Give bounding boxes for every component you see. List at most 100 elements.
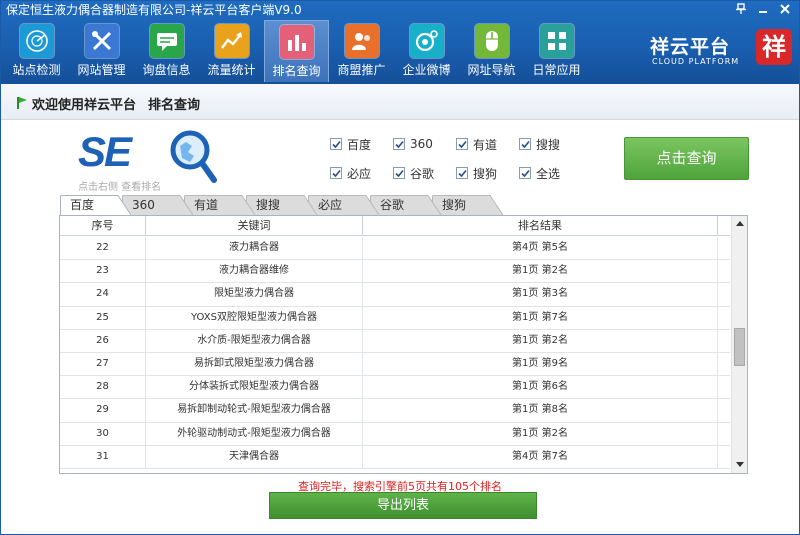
page-title: 排名查询 (148, 98, 201, 113)
engine-checkbox-youdao[interactable]: 有道 (456, 136, 519, 152)
tab-label: 谷歌 (380, 198, 405, 212)
cell-keyword: 液力耦合器 (146, 237, 363, 260)
table-row[interactable]: 23 液力耦合器维修 第1页 第2名 (60, 260, 730, 284)
toolbar-item-label: 网址导航 (467, 63, 516, 77)
cell-number: 31 (60, 445, 146, 468)
cell-result: 第1页 第7名 (363, 306, 718, 329)
window-controls (730, 0, 796, 18)
engine-checkbox-bing[interactable]: 必应 (330, 165, 393, 181)
toolbar-item-label: 商盟推广 (337, 63, 386, 77)
column-header-keyword[interactable]: 关键词 (146, 216, 363, 236)
engine-label: 全选 (536, 166, 561, 181)
engine-label: 360 (410, 137, 433, 151)
cell-keyword: 限矩型液力偶合器 (146, 283, 363, 306)
close-icon[interactable] (774, 0, 796, 18)
table-row[interactable]: 31 天津偶合器 第4页 第7名 (60, 445, 730, 469)
table-row[interactable]: 27 易拆卸式限矩型液力偶合器 第1页 第9名 (60, 352, 730, 377)
tab-label: 搜狗 (442, 198, 467, 212)
table-header: 序号 关键词 排名结果 (60, 216, 730, 236)
toolbar-item-label: 询盘信息 (142, 63, 191, 77)
cell-result: 第1页 第3名 (363, 283, 718, 306)
engine-checkbox-google[interactable]: 谷歌 (393, 165, 456, 181)
toolbar-item-traffic[interactable]: 流量统计 (199, 20, 264, 82)
checkbox-checked-icon (519, 167, 531, 179)
minimize-icon[interactable] (752, 0, 774, 18)
engine-checkbox-soso[interactable]: 搜搜 (519, 136, 582, 152)
toolbar-item-inquiry[interactable]: 询盘信息 (134, 20, 199, 82)
tab-label: 必应 (318, 198, 343, 212)
cell-result: 第1页 第6名 (363, 376, 718, 399)
cell-result: 第1页 第2名 (363, 260, 718, 283)
table-row[interactable]: 30 外轮驱动制动式-限矩型液力偶合器 第1页 第2名 (60, 422, 730, 446)
toolbar-item-navigation[interactable]: 网址导航 (459, 20, 524, 82)
radar-icon (19, 24, 54, 58)
toolbar-item-daily-apps[interactable]: 日常应用 (524, 20, 589, 82)
toolbar-item-site-manage[interactable]: 网站管理 (69, 20, 134, 82)
toolbar-item-label: 网站管理 (77, 63, 126, 77)
export-list-button[interactable]: 导出列表 (269, 492, 537, 519)
mouse-icon (474, 24, 509, 58)
toolbar-item-alliance[interactable]: 商盟推广 (329, 20, 394, 82)
cell-result: 第4页 第7名 (363, 445, 718, 468)
table-row[interactable]: 24 限矩型液力偶合器 第1页 第3名 (60, 283, 730, 307)
table-row[interactable]: 22 液力耦合器 第4页 第5名 (60, 237, 730, 261)
tab-label: 有道 (194, 198, 219, 212)
column-header-number[interactable]: 序号 (60, 216, 146, 236)
toolbar-item-site-check[interactable]: 站点检测 (4, 20, 69, 82)
cell-number: 23 (60, 260, 146, 283)
cell-result: 第4页 第5名 (363, 237, 718, 260)
cell-result: 第1页 第8名 (363, 399, 718, 422)
toolbar-item-weibo[interactable]: 企业微博 (394, 20, 459, 82)
bar-chart-icon (279, 25, 314, 59)
engine-checkbox-baidu[interactable]: 百度 (330, 136, 393, 152)
table-row[interactable]: 29 易拆卸制动轮式-限矩型液力偶合器 第1页 第8名 (60, 399, 730, 423)
scroll-up-icon[interactable] (732, 216, 747, 232)
flag-icon (17, 97, 27, 109)
pin-icon[interactable] (730, 0, 752, 18)
cell-result: 第1页 第2名 (363, 329, 718, 352)
toolbar-item-label: 流量统计 (207, 63, 256, 77)
checkbox-checked-icon (393, 167, 405, 179)
column-header-result[interactable]: 排名结果 (363, 216, 718, 236)
table-row[interactable]: 26 水介质-限矩型液力偶合器 第1页 第2名 (60, 329, 730, 353)
tab-label: 搜搜 (256, 198, 281, 212)
engine-checkboxes: 百度 360 有道 搜搜 必应 谷歌 搜狗 全选 (330, 136, 570, 181)
grid-icon (539, 24, 574, 58)
cell-keyword: 易拆卸式限矩型液力偶合器 (146, 352, 363, 376)
cell-number: 24 (60, 283, 146, 306)
tools-icon (84, 24, 119, 58)
toolbar-item-label: 日常应用 (532, 63, 581, 77)
table-scrollbar[interactable] (731, 216, 747, 473)
welcome-greeting: 欢迎使用祥云平台 (32, 98, 137, 113)
magnifier-icon (170, 130, 217, 183)
brand-name: 祥云平台 (650, 36, 731, 58)
table-row[interactable]: 25 YOXS双腔限矩型液力偶合器 第1页 第7名 (60, 306, 730, 330)
table-row[interactable]: 28 分体装拆式限矩型液力偶合器 第1页 第6名 (60, 376, 730, 400)
toolbar-item-ranking[interactable]: 排名查询 (264, 20, 329, 82)
tab-1[interactable]: 百度 (60, 195, 132, 215)
brand-seal: 祥 (756, 29, 792, 65)
window-title: 保定恒生液力偶合器制造有限公司-祥云平台客户端V9.0 (6, 3, 302, 17)
engine-label: 搜狗 (473, 166, 498, 181)
engine-checkbox-sogou[interactable]: 搜狗 (456, 165, 519, 181)
engine-label: 谷歌 (410, 166, 435, 181)
main-toolbar: 站点检测 网站管理 询盘信息 流量统计 排名查询 商盟推广 企业微博 网址导航 … (4, 20, 589, 82)
brand-subtitle: CLOUD PLATFORM (652, 57, 740, 66)
welcome-bar: 欢迎使用祥云平台 排名查询 (0, 84, 800, 120)
scroll-down-icon[interactable] (732, 457, 747, 473)
toolbar-item-label: 站点检测 (12, 63, 61, 77)
engine-checkbox-360[interactable]: 360 (393, 136, 456, 152)
scrollbar-thumb[interactable] (734, 328, 745, 367)
query-button[interactable]: 点击查询 (624, 137, 749, 180)
cell-result: 第1页 第2名 (363, 422, 718, 445)
cell-keyword: 液力耦合器维修 (146, 260, 363, 283)
tab-label: 百度 (70, 198, 95, 212)
cell-keyword: 天津偶合器 (146, 445, 363, 468)
cell-keyword: YOXS双腔限矩型液力偶合器 (146, 306, 363, 329)
cell-number: 22 (60, 237, 146, 260)
cell-keyword: 水介质-限矩型液力偶合器 (146, 329, 363, 352)
toolbar-item-label: 企业微博 (402, 63, 451, 77)
seo-logo: SE 点击右侧 查看排名 (78, 128, 218, 193)
select-all-checkbox[interactable]: 全选 (519, 165, 582, 181)
cell-number: 28 (60, 376, 146, 399)
